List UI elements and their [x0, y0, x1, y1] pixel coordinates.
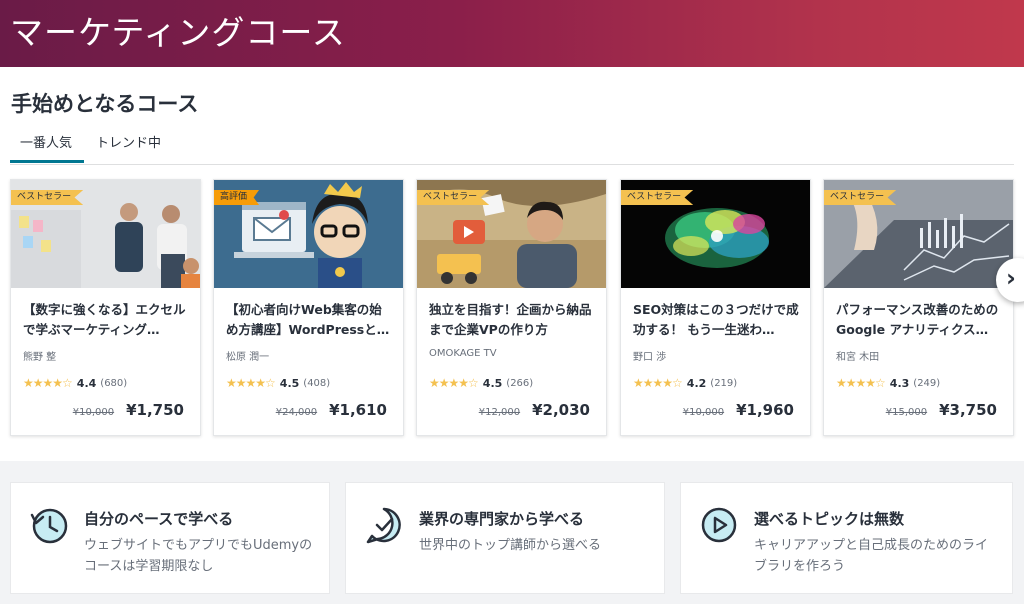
value-prop-desc: キャリアアップと自己成長のためのライブラリを作ろう — [754, 538, 989, 574]
course-price: ¥24,000 ¥1,610 — [276, 401, 387, 419]
check-badge-icon — [366, 507, 401, 544]
course-title[interactable]: 【数字に強くなる】エクセルで学ぶマーケティング… — [23, 300, 191, 340]
clock-rewind-icon — [30, 508, 68, 544]
original-price: ¥24,000 — [275, 407, 318, 418]
course-title[interactable]: パフォーマンス改善のためのGoogle アナリティクス… — [836, 300, 1004, 340]
rating-count: (680) — [100, 377, 128, 389]
original-price: ¥10,000 — [72, 407, 115, 418]
sale-price: ¥1,610 — [329, 401, 387, 419]
play-circle-icon — [701, 507, 737, 543]
course-title[interactable]: SEO対策はこの３つだけで成功する！ もう一生迷わ… — [633, 300, 801, 340]
value-prop-card: 選べるトピックは無数 キャリアアップと自己成長のためのライブラリを作ろう — [680, 482, 1013, 594]
sale-price: ¥2,030 — [532, 401, 590, 419]
section-title: 手始めとなるコース — [11, 92, 199, 116]
category-banner: マーケティングコース — [0, 0, 1024, 67]
course-author: 和宮 木田 — [836, 352, 880, 363]
value-prop-card: 自分のペースで学べる ウェブサイトでもアプリでもUdemyのコースは学習期限なし — [10, 482, 330, 594]
highly-rated-badge: 高評価 — [214, 190, 260, 205]
value-prop-desc: ウェブサイトでもアプリでもUdemyのコースは学習期限なし — [84, 538, 313, 574]
course-rating: ★★★★☆ 4.5 (266) — [429, 376, 533, 390]
course-rating: ★★★★☆ 4.3 (249) — [836, 376, 940, 390]
course-card[interactable]: ベストセラー パフォーマンス改善のためのGoogle アナリティクス… 和宮 木… — [823, 179, 1014, 436]
original-price: ¥12,000 — [478, 407, 521, 418]
course-author: 松原 潤一 — [226, 352, 270, 363]
rating-count: (219) — [710, 377, 738, 389]
rating-count: (249) — [913, 377, 941, 389]
course-title[interactable]: 独立を目指す！企画から納品まで企業VPの作り方 — [429, 300, 597, 340]
rating-value: 4.2 — [686, 376, 707, 390]
sale-price: ¥3,750 — [939, 401, 997, 419]
value-prop-title: 業界の専門家から学べる — [419, 510, 585, 528]
course-price: ¥10,000 ¥1,750 — [73, 401, 184, 419]
course-price: ¥12,000 ¥2,030 — [479, 401, 590, 419]
course-card[interactable]: 高評価 【初心者向けWeb集客の始め方講座】WordPressと… 松原 潤一 … — [213, 179, 404, 436]
course-price: ¥10,000 ¥1,960 — [683, 401, 794, 419]
value-prop-card: 業界の専門家から学べる 世界中のトップ講師から選べる — [345, 482, 665, 594]
page-title: マーケティングコース — [10, 13, 346, 52]
bestseller-badge: ベストセラー — [824, 190, 897, 205]
course-card[interactable]: ベストセラー 独立を目指す！企画から納品まで企業VPの作り方 OMOKAGE T… — [416, 179, 607, 436]
rating-count: (266) — [506, 377, 534, 389]
bestseller-badge: ベストセラー — [417, 190, 490, 205]
original-price: ¥10,000 — [682, 407, 725, 418]
chevron-right-icon: › — [1006, 264, 1016, 292]
course-tabs: 一番人気 トレンド中 — [10, 126, 1014, 165]
value-prop-title: 自分のペースで学べる — [84, 510, 234, 528]
star-rating-icon: ★★★★☆ — [633, 376, 683, 390]
course-rating: ★★★★☆ 4.2 (219) — [633, 376, 737, 390]
tab-popular[interactable]: 一番人気 — [20, 132, 72, 151]
course-title[interactable]: 【初心者向けWeb集客の始め方講座】WordPressと… — [226, 300, 394, 340]
course-price: ¥15,000 ¥3,750 — [886, 401, 997, 419]
tab-trending[interactable]: トレンド中 — [96, 132, 161, 151]
value-prop-desc: 世界中のトップ講師から選べる — [419, 538, 602, 553]
course-rating: ★★★★☆ 4.5 (408) — [226, 376, 330, 390]
star-rating-icon: ★★★★☆ — [226, 376, 276, 390]
bestseller-badge: ベストセラー — [11, 190, 84, 205]
star-rating-icon: ★★★★☆ — [429, 376, 479, 390]
rating-value: 4.5 — [279, 376, 300, 390]
star-rating-icon: ★★★★☆ — [23, 376, 73, 390]
value-prop-title: 選べるトピックは無数 — [754, 510, 905, 528]
sale-price: ¥1,960 — [736, 401, 794, 419]
course-card[interactable]: ベストセラー 【数字に強くなる】エクセルで学ぶマーケティング… 熊野 整 ★★★… — [10, 179, 201, 436]
active-tab-indicator — [10, 160, 84, 163]
rating-value: 4.5 — [482, 376, 503, 390]
original-price: ¥15,000 — [885, 407, 928, 418]
course-card[interactable]: ベストセラー SEO対策はこの３つだけで成功する！ もう一生迷わ… 野口 渉 ★… — [620, 179, 811, 436]
rating-count: (408) — [303, 377, 331, 389]
course-author: 熊野 整 — [23, 352, 57, 363]
course-author: OMOKAGE TV — [429, 348, 497, 359]
rating-value: 4.4 — [76, 376, 97, 390]
star-rating-icon: ★★★★☆ — [836, 376, 886, 390]
course-author: 野口 渉 — [633, 352, 667, 363]
bestseller-badge: ベストセラー — [621, 190, 694, 205]
rating-value: 4.3 — [889, 376, 910, 390]
course-rating: ★★★★☆ 4.4 (680) — [23, 376, 127, 390]
sale-price: ¥1,750 — [126, 401, 184, 419]
